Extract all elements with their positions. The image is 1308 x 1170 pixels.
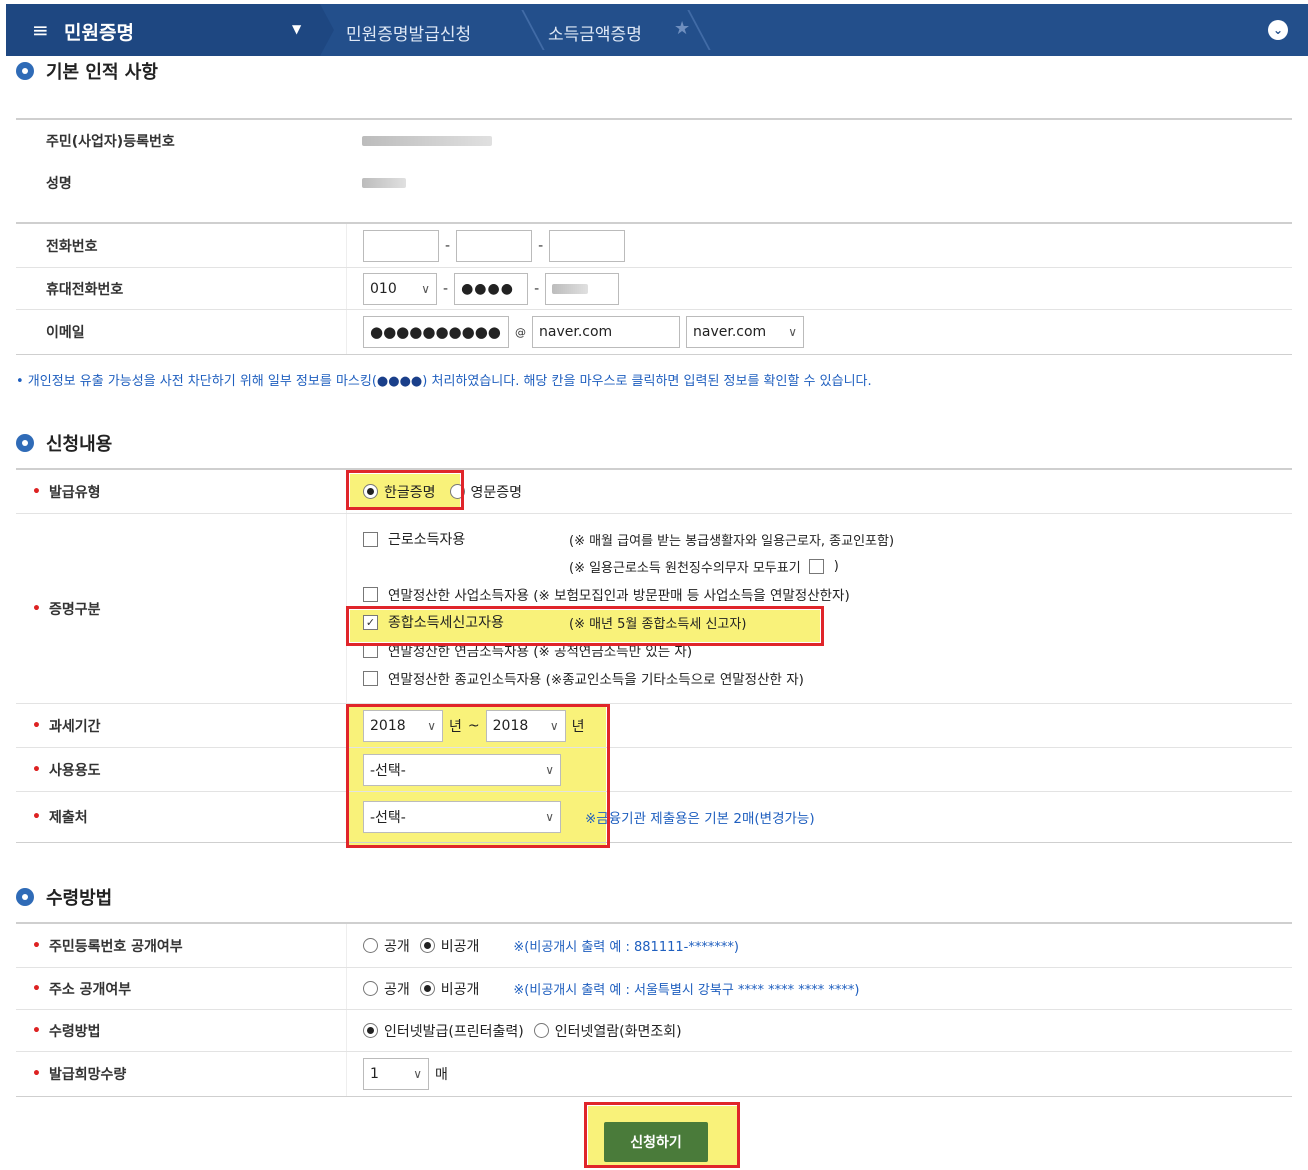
- rrn-hide-radio[interactable]: 비공개: [419, 936, 479, 956]
- email-label: 이메일: [46, 325, 85, 341]
- rrn-label: 주민(사업자)등록번호: [46, 134, 175, 150]
- application-table: 발급유형 한글증명 영문증명 증명구분 근로소득자용 (※ 매월 급여를 받는 …: [16, 468, 1292, 843]
- section-basic-info-title: 기본 인적 사항: [16, 58, 158, 84]
- contact-table: 전화번호 - - 휴대전화번호 010∨ - - 이메일: [16, 222, 1292, 355]
- mobile-prefix-select[interactable]: 010 ∨: [363, 272, 437, 305]
- basic-info-table: 주민(사업자)등록번호 성명: [16, 118, 1292, 204]
- address-hide-radio[interactable]: 비공개: [419, 979, 479, 999]
- mobile-label: 휴대전화번호: [46, 281, 124, 298]
- bullet-circle-icon: [16, 434, 34, 452]
- chevron-down-circle-icon[interactable]: ⌄: [1268, 20, 1288, 40]
- chevron-down-icon: ∨: [788, 325, 797, 339]
- phone-part2-input[interactable]: [456, 229, 533, 262]
- highlight-frame-issue-type: [346, 470, 464, 510]
- breadcrumb-apply[interactable]: 민원증명발급신청: [346, 20, 471, 45]
- address-disclose-radio[interactable]: 공개: [363, 979, 410, 999]
- rrn-value-masked: [362, 136, 492, 146]
- privacy-masking-note: • 개인정보 유출 가능성을 사전 차단하기 위해 일부 정보를 마스킹(●●●…: [16, 374, 872, 389]
- highlight-frame-submit: [584, 1102, 740, 1168]
- certificate-category-label: 증명구분: [16, 514, 346, 703]
- section-receive-title: 수령방법: [16, 884, 112, 910]
- receive-table: 주민등록번호 공개여부 공개 비공개 ※(비공개시 출력 예 : 881111-…: [16, 922, 1292, 1097]
- mobile-middle-input[interactable]: [454, 272, 529, 305]
- top-navigation-bar: ≡ 민원증명 ▼ 민원증명발급신청 소득금액증명 ★ ⌄: [6, 4, 1308, 56]
- rrn-disclosure-label: 주민등록번호 공개여부: [16, 924, 346, 967]
- name-value-masked: [362, 178, 406, 188]
- name-label: 성명: [46, 176, 72, 192]
- usage-label: 사용용도: [16, 748, 346, 791]
- chevron-down-icon: ∨: [413, 1067, 422, 1081]
- highlight-frame-global-income: [346, 606, 824, 646]
- email-domain-select[interactable]: naver.com ∨: [686, 316, 804, 348]
- bullet-circle-icon: [16, 62, 34, 80]
- category-business-income-checkbox[interactable]: 연말정산한 사업소득자용 (※ 보험모집인과 방문판매 등 사업소득을 연말정산…: [363, 584, 850, 604]
- section-application-title: 신청내용: [16, 430, 112, 456]
- category-religious-income-checkbox[interactable]: 연말정산한 종교인소득자용 (※종교인소득을 기타소득으로 연말정산한 자): [363, 668, 804, 688]
- rrn-disclose-radio[interactable]: 공개: [363, 936, 410, 956]
- daily-worker-all-checkbox[interactable]: [808, 559, 834, 574]
- breadcrumb-separator: [505, 10, 545, 50]
- daily-worker-note: (※ 일용근로소득 원천징수의무자 모두표기: [569, 561, 801, 576]
- address-disclosure-note: ※(비공개시 출력 예 : 서울특별시 강북구 **** **** **** *…: [513, 983, 860, 998]
- menu-button[interactable]: ≡ 민원증명 ▼: [6, 4, 334, 56]
- category-earned-income-checkbox[interactable]: 근로소득자용: [363, 529, 569, 549]
- receive-internet-print-radio[interactable]: 인터넷발급(프린터출력): [363, 1021, 524, 1041]
- issue-type-label: 발급유형: [16, 470, 346, 513]
- chevron-down-icon: ∨: [421, 281, 430, 296]
- submit-to-note: ※금융기관 제출용은 기본 2매(변경가능): [585, 811, 815, 827]
- tax-period-label: 과세기간: [16, 704, 346, 747]
- rrn-disclosure-note: ※(비공개시 출력 예 : 881111-*******): [513, 940, 739, 955]
- submit-to-label: 제출처: [16, 792, 346, 842]
- hamburger-icon: ≡: [32, 18, 49, 42]
- category-earned-income-note: (※ 매월 급여를 받는 봉급생활자와 일용근로자, 종교인포함): [569, 533, 895, 549]
- quantity-label: 발급희망수량: [16, 1052, 346, 1096]
- phone-part1-input[interactable]: [363, 229, 439, 262]
- phone-label: 전화번호: [46, 238, 98, 255]
- at-sign: @: [515, 325, 526, 339]
- address-disclosure-label: 주소 공개여부: [16, 968, 346, 1009]
- phone-part3-input[interactable]: [549, 229, 626, 262]
- breadcrumb-income-certificate[interactable]: 소득금액증명: [548, 20, 642, 45]
- email-id-input[interactable]: [363, 316, 509, 348]
- quantity-select[interactable]: 1 ∨: [363, 1058, 429, 1090]
- bullet-circle-icon: [16, 888, 34, 906]
- mobile-last-input[interactable]: [545, 272, 620, 305]
- highlight-frame-period-usage: [346, 704, 610, 848]
- receive-method-label: 수령방법: [16, 1010, 346, 1051]
- menu-label: 민원증명: [64, 22, 134, 44]
- caret-down-icon: ▼: [292, 22, 302, 36]
- receive-internet-view-radio[interactable]: 인터넷열람(화면조회): [533, 1021, 682, 1041]
- email-domain-input[interactable]: [532, 316, 680, 348]
